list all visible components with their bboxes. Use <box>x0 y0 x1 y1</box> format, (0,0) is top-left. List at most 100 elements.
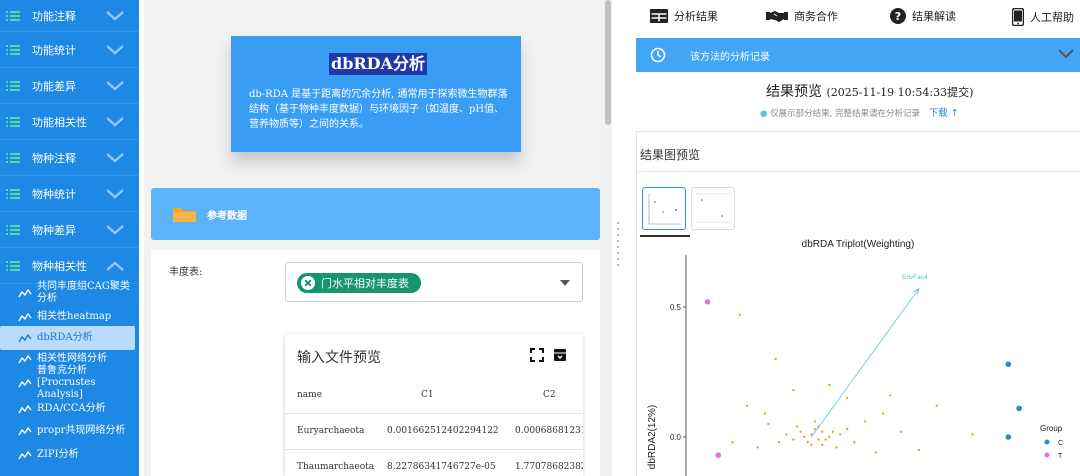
sidebar-subitem[interactable]: 共同丰度组CAG聚类分析 <box>0 278 139 308</box>
chevron-down-icon[interactable] <box>1058 49 1074 59</box>
fullscreen-icon[interactable] <box>530 348 544 362</box>
result-preview-title: 结果预览 (2025-11-19 10:54:33提交) <box>766 81 973 101</box>
header-cell: C2 <box>543 390 556 400</box>
intro-title: dbRDA分析 <box>329 53 427 75</box>
sidebar-item[interactable]: 功能差异 <box>0 68 139 104</box>
table-cell: 1.770786823828213 <box>515 462 583 472</box>
species-point <box>803 435 806 439</box>
sidebar-subitem[interactable]: dbRDA分析 <box>0 326 135 350</box>
list-icon <box>6 116 20 127</box>
chart-thumbnail-2[interactable] <box>691 187 735 230</box>
trend-icon <box>18 333 32 342</box>
table-cell: 8.22786341746727e-05 <box>387 462 496 472</box>
chevron-down-icon[interactable] <box>105 80 125 91</box>
legend-key <box>1044 439 1050 445</box>
trend-icon <box>18 450 32 459</box>
sidebar-item[interactable]: 功能注释 <box>0 0 139 32</box>
y-ticks: 0.5 0.0 <box>670 303 686 442</box>
species-point <box>745 404 749 407</box>
chart-legend: Group CT <box>1040 424 1063 460</box>
table-icon <box>650 9 668 23</box>
chevron-down-icon[interactable] <box>105 44 125 55</box>
tab-analysis-result[interactable]: 分析结果 <box>650 8 718 24</box>
abundance-table-select[interactable]: 门水平相对丰度表 <box>285 262 583 302</box>
chart-title: dbRDA Triplot(Weighting) <box>802 239 915 250</box>
archive-icon[interactable] <box>553 348 567 362</box>
species-point <box>828 435 831 439</box>
middle-scrollbar-thumb[interactable] <box>605 0 611 125</box>
chevron-down-icon[interactable] <box>105 152 125 163</box>
sidebar-subitem[interactable]: propr共现网络分析 <box>0 420 139 442</box>
selected-chip[interactable]: 门水平相对丰度表 <box>297 273 421 293</box>
svg-text:?: ? <box>895 10 901 23</box>
info-icon: ● <box>760 109 768 119</box>
abundance-table-label: 丰度表: <box>169 267 203 278</box>
handshake-icon <box>766 11 788 22</box>
chart-thumbnail-1[interactable] <box>642 187 686 230</box>
sidebar-subitem-label: dbRDA分析 <box>37 332 93 343</box>
species-point <box>756 446 759 449</box>
chevron-up-icon[interactable] <box>105 260 125 271</box>
list-icon <box>6 188 20 199</box>
species-point <box>824 438 827 441</box>
divider <box>636 171 1080 172</box>
species-point <box>763 412 766 415</box>
thumbnail-image <box>696 193 730 223</box>
reference-data-bar[interactable]: 参考数据 <box>151 188 600 240</box>
sidebar-item[interactable]: 功能统计 <box>0 32 139 68</box>
sidebar-subitem-label: 相关性网络分析 <box>37 353 107 364</box>
sidebar-subitem[interactable]: RDA/CCA分析 <box>0 398 139 420</box>
table-row: Thaumarchaeota 8.22786341746727e-05 1.77… <box>285 450 583 476</box>
tab-business[interactable]: 商务合作 <box>766 8 838 24</box>
result-note-text: 仅展示部分结果, 完整结果请在分析记录 <box>770 109 921 119</box>
tab-label: 结果解读 <box>912 10 956 23</box>
table-cell: Euryarchaeota <box>297 426 365 436</box>
chevron-down-icon[interactable] <box>105 188 125 199</box>
sidebar-item[interactable]: 物种注释 <box>0 140 139 176</box>
chevron-down-icon[interactable] <box>105 224 125 235</box>
header-cell: name <box>297 390 323 400</box>
legend-label: T <box>1058 453 1063 460</box>
sidebar-subitem[interactable]: 相关性heatmap <box>0 308 139 326</box>
analysis-record-bar[interactable]: 该方法的分析记录 <box>636 38 1080 72</box>
group-point <box>1005 361 1012 367</box>
trend-icon <box>18 288 32 297</box>
question-icon: ? <box>890 8 906 24</box>
sidebar-item-label: 物种差异 <box>32 223 76 237</box>
chip-remove-icon[interactable] <box>301 276 315 290</box>
sidebar-item[interactable]: 物种差异 <box>0 212 139 248</box>
download-link[interactable]: 下载 ↑ <box>929 108 959 119</box>
result-title-text: 结果预览 <box>766 84 822 100</box>
intro-description: db-RDA 是基于距离的冗余分析, 通常用于探索微生物群落结构（基于物种丰度数… <box>249 89 508 130</box>
species-point <box>888 394 892 397</box>
trend-icon <box>18 354 32 363</box>
sidebar-item-label: 物种相关性 <box>32 259 87 273</box>
tab-label: 人工帮助 <box>1030 11 1074 24</box>
sidebar-item[interactable]: 功能相关性 <box>0 104 139 140</box>
species-point <box>792 438 795 441</box>
sidebar-item[interactable]: 物种统计 <box>0 176 139 212</box>
sidebar-subitem[interactable]: ZIPI分析 <box>0 444 139 466</box>
tab-manual-help[interactable]: 人工帮助 <box>1012 8 1074 26</box>
chevron-down-icon[interactable] <box>105 10 125 21</box>
species-point <box>774 357 777 361</box>
result-timestamp: (2025-11-19 10:54:33提交) <box>826 86 974 99</box>
chevron-down-icon[interactable] <box>105 116 125 127</box>
list-icon <box>6 224 20 235</box>
caret-down-icon[interactable] <box>560 280 570 286</box>
tab-interpretation[interactable]: ? 结果解读 <box>890 8 956 24</box>
species-point <box>810 443 813 446</box>
table-row: Euryarchaeota 0.001662512402294122 0.000… <box>285 414 583 450</box>
table-header-row: name C1 C2 <box>285 378 583 414</box>
thumbnail-image <box>648 194 681 225</box>
sidebar-subitem[interactable]: 普鲁克分析 [Procrustes Analysis] <box>0 365 139 400</box>
sidebar: 功能注释 功能统计 功能差异 功能相关性 物种注释 物种统计物种差异物种相关性 共同丰度组… <box>0 0 139 476</box>
intro-card: dbRDA分析 db-RDA 是基于距离的冗余分析, 通常用于探索微生物群落结构… <box>231 36 521 152</box>
list-icon <box>6 80 20 91</box>
species-point <box>845 396 849 400</box>
species-point <box>917 448 921 452</box>
folder-icon <box>173 208 196 222</box>
group-point <box>1005 434 1012 440</box>
splitter-handle[interactable] <box>617 222 620 282</box>
group-point <box>1016 405 1022 412</box>
